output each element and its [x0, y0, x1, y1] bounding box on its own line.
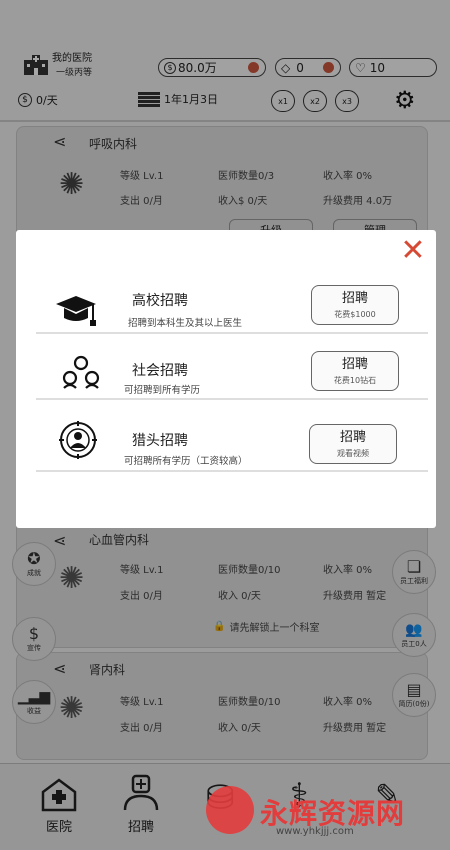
close-icon[interactable]: ✕: [400, 236, 426, 266]
watermark-logo-icon: [206, 786, 254, 834]
headhunter-recruit-title: 猎头招聘: [132, 433, 188, 449]
campus-recruit-title: 高校招聘: [132, 293, 188, 309]
recruit-dialog: 高校招聘 招聘到本科生及其以上医生 招聘 花费$1000 社会招聘 可招聘到所有…: [16, 230, 436, 528]
headhunter-icon: [58, 420, 98, 464]
headhunter-recruit-cost: 观看视频: [337, 448, 369, 458]
watermark-url: www.yhkjjj.com: [276, 826, 354, 837]
headhunter-recruit-desc: 可招聘所有学历（工资较高）: [124, 456, 248, 467]
row-divider: [36, 332, 428, 334]
social-recruit-title: 社会招聘: [132, 363, 188, 379]
game-screen: 我的医院 一级丙等 $ 80.0万 ◇ 0 ♡ 10 $ 0/天 1年1月3日 …: [0, 0, 450, 850]
social-recruit-button-label: 招聘: [341, 356, 368, 372]
people-group-icon: [60, 354, 102, 394]
row-divider: [36, 398, 428, 400]
headhunter-recruit-button-label: 招聘: [339, 429, 366, 445]
social-recruit-button[interactable]: 招聘 花费10钻石: [311, 351, 399, 391]
campus-recruit-button-label: 招聘: [341, 290, 368, 306]
campus-recruit-button[interactable]: 招聘 花费$1000: [311, 285, 399, 325]
social-recruit-cost: 花费10钻石: [333, 375, 377, 385]
row-divider: [36, 470, 428, 472]
campus-recruit-cost: 花费$1000: [334, 309, 376, 319]
social-recruit-desc: 可招聘到所有学历: [124, 385, 201, 396]
campus-recruit-desc: 招聘到本科生及其以上医生: [128, 318, 243, 329]
graduation-cap-icon: [54, 292, 98, 336]
headhunter-recruit-button[interactable]: 招聘 观看视频: [309, 424, 397, 464]
